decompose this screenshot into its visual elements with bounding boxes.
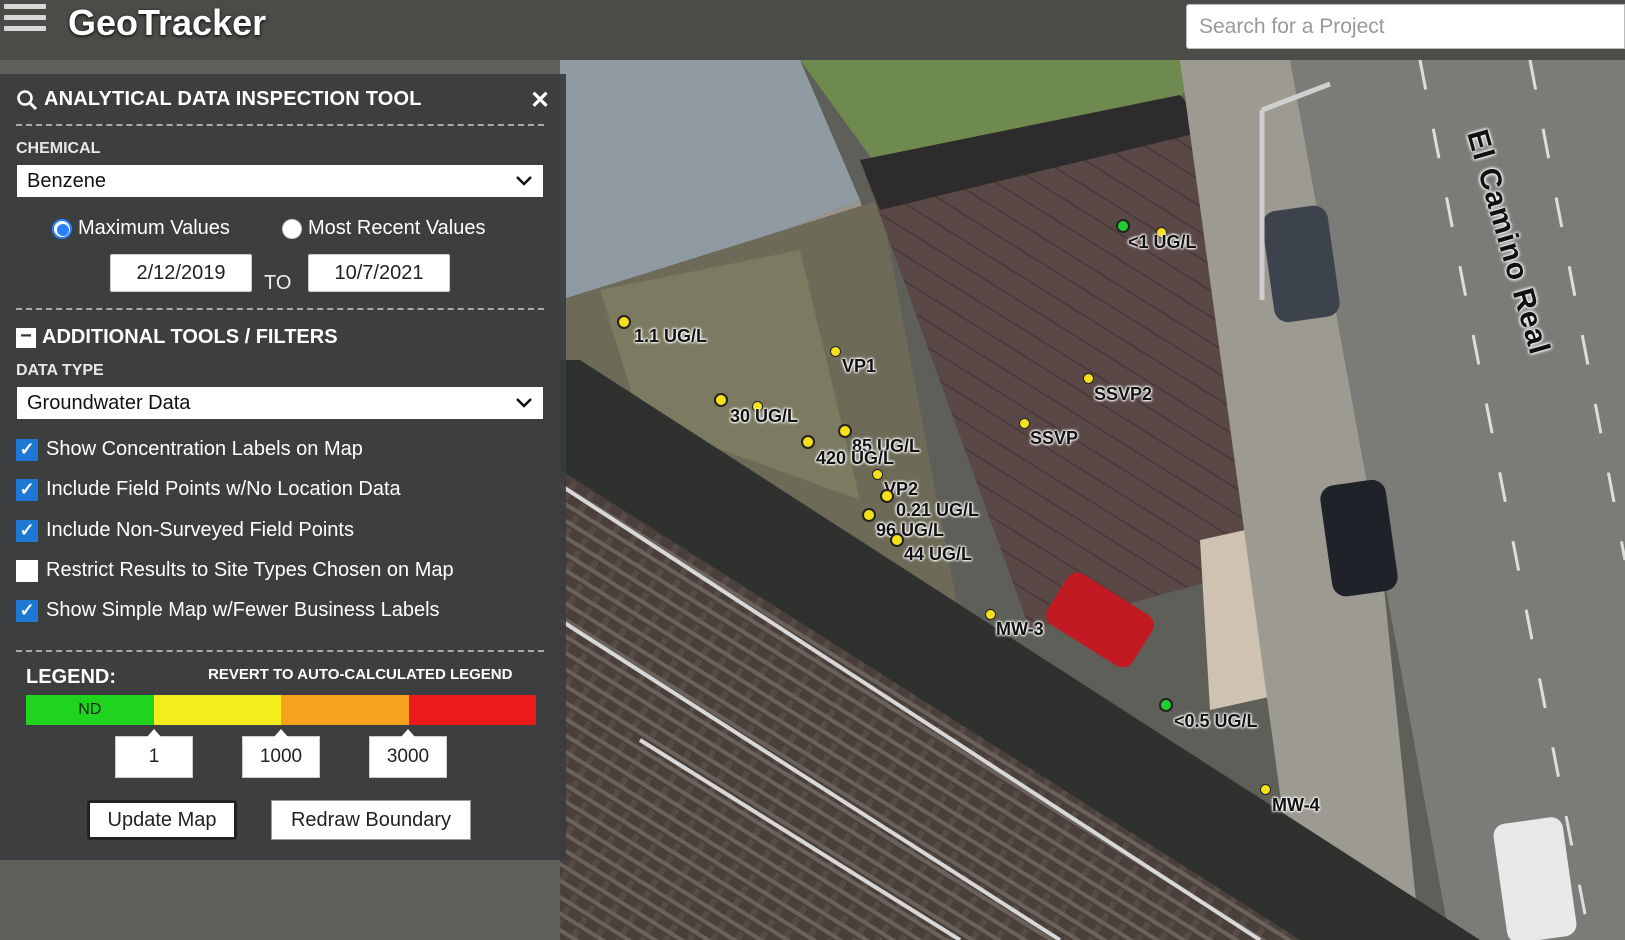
legend-threshold-input[interactable]: 1000 xyxy=(242,729,320,778)
checkbox-checked-icon[interactable]: ✓ xyxy=(16,478,38,501)
checkbox-checked-icon[interactable]: ✓ xyxy=(16,438,38,461)
map-label: 30 UG/L xyxy=(730,406,799,426)
checkbox-label: Show Simple Map w/Fewer Business Labels xyxy=(46,599,440,621)
sample-point-marker[interactable] xyxy=(862,508,876,522)
checkbox-include-field-points-no-location[interactable]: ✓ Include Field Points w/No Location Dat… xyxy=(16,478,401,501)
search-input[interactable] xyxy=(1186,4,1625,49)
close-icon[interactable]: ✕ xyxy=(530,86,550,115)
divider xyxy=(16,124,544,126)
sample-point-marker[interactable] xyxy=(1116,219,1130,233)
section-title: ADDITIONAL TOOLS / FILTERS xyxy=(42,326,338,348)
sample-point-marker[interactable] xyxy=(830,346,841,357)
chemical-select[interactable]: Benzene xyxy=(17,165,543,197)
legend-label: LEGEND: xyxy=(26,666,116,688)
sample-point-marker[interactable] xyxy=(1159,698,1173,712)
date-separator: TO xyxy=(264,272,292,294)
sample-point-marker[interactable] xyxy=(872,469,883,480)
radio-label: Maximum Values xyxy=(78,217,230,239)
sample-point-marker[interactable] xyxy=(1083,373,1094,384)
sample-point-marker[interactable] xyxy=(985,609,996,620)
magnifier-icon xyxy=(17,89,38,110)
end-date-input[interactable]: 10/7/2021 xyxy=(308,254,450,292)
panel-header: ANALYTICAL DATA INSPECTION TOOL xyxy=(16,88,422,111)
radio-maximum-values[interactable]: Maximum Values xyxy=(52,217,230,240)
start-date-input[interactable]: 2/12/2019 xyxy=(110,254,252,292)
checkbox-include-non-surveyed-points[interactable]: ✓ Include Non-Surveyed Field Points xyxy=(16,519,354,542)
radio-selected-indicator[interactable] xyxy=(52,218,72,239)
map-label: 96 UG/L xyxy=(876,520,945,540)
additional-tools-toggle[interactable]: − ADDITIONAL TOOLS / FILTERS xyxy=(16,326,338,349)
checkbox-label: Show Concentration Labels on Map xyxy=(46,438,363,460)
checkbox-unchecked-icon[interactable] xyxy=(16,559,38,582)
checkbox-show-concentration-labels[interactable]: ✓ Show Concentration Labels on Map xyxy=(16,438,363,461)
map-label: <1 UG/L xyxy=(1128,232,1197,252)
radio-most-recent-values[interactable]: Most Recent Values xyxy=(282,217,486,240)
collapse-icon[interactable]: − xyxy=(16,326,36,348)
legend-threshold-input[interactable]: 3000 xyxy=(369,729,447,778)
chemical-label: CHEMICAL xyxy=(16,140,101,157)
map-label: MW-4 xyxy=(1272,795,1320,815)
map-label: 420 UG/L xyxy=(816,448,895,468)
checkbox-checked-icon[interactable]: ✓ xyxy=(16,519,38,542)
sample-point-marker[interactable] xyxy=(1260,784,1271,795)
map-label: MW-3 xyxy=(996,619,1044,639)
panel-title: ANALYTICAL DATA INSPECTION TOOL xyxy=(44,88,422,110)
legend-band-low xyxy=(153,695,281,725)
checkbox-label: Include Non-Surveyed Field Points xyxy=(46,519,354,541)
checkbox-restrict-site-types[interactable]: Restrict Results to Site Types Chosen on… xyxy=(16,559,454,582)
chevron-down-icon xyxy=(516,398,532,408)
sample-point-marker[interactable] xyxy=(890,533,904,547)
checkbox-checked-icon[interactable]: ✓ xyxy=(16,599,38,622)
legend-color-bar: ND xyxy=(26,695,536,725)
analytical-data-panel: ANALYTICAL DATA INSPECTION TOOL ✕ CHEMIC… xyxy=(0,74,566,860)
map-label: 1.1 UG/L xyxy=(634,326,708,346)
chevron-down-icon xyxy=(516,176,532,186)
legend-threshold-input[interactable]: 1 xyxy=(115,729,193,778)
checkbox-label: Include Field Points w/No Location Data xyxy=(46,478,401,500)
legend-band-high xyxy=(408,695,536,725)
divider xyxy=(16,308,544,310)
data-type-label: DATA TYPE xyxy=(16,362,104,379)
sample-point-marker[interactable] xyxy=(714,393,728,407)
redraw-boundary-button[interactable]: Redraw Boundary xyxy=(271,800,471,840)
radio-indicator[interactable] xyxy=(282,218,302,239)
chemical-selected-value: Benzene xyxy=(27,169,106,192)
revert-legend-link[interactable]: REVERT TO AUTO-CALCULATED LEGEND xyxy=(208,666,512,683)
app-header: GeoTracker xyxy=(0,0,1625,60)
sample-point-marker[interactable] xyxy=(838,424,852,438)
sample-point-marker[interactable] xyxy=(801,435,815,449)
sample-point-marker[interactable] xyxy=(880,489,894,503)
map-label: 44 UG/L xyxy=(904,544,973,564)
map-label: SSVP xyxy=(1030,428,1079,448)
hamburger-menu-icon[interactable] xyxy=(4,4,46,40)
map-label: 0.21 UG/L xyxy=(896,500,980,520)
data-type-select[interactable]: Groundwater Data xyxy=(17,387,543,419)
data-type-selected-value: Groundwater Data xyxy=(27,391,191,414)
legend-band-medium xyxy=(281,695,409,725)
divider xyxy=(16,650,544,652)
map-label: <0.5 UG/L xyxy=(1174,711,1258,731)
legend-band-nd: ND xyxy=(26,695,154,725)
map-label: SSVP2 xyxy=(1094,384,1153,404)
checkbox-label: Restrict Results to Site Types Chosen on… xyxy=(46,559,454,581)
radio-label: Most Recent Values xyxy=(308,217,486,239)
sample-point-marker[interactable] xyxy=(1019,418,1030,429)
checkbox-simple-map[interactable]: ✓ Show Simple Map w/Fewer Business Label… xyxy=(16,599,440,622)
sample-point-marker[interactable] xyxy=(617,315,631,329)
map-label: VP1 xyxy=(842,356,877,376)
app-title: GeoTracker xyxy=(68,2,267,43)
update-map-button[interactable]: Update Map xyxy=(87,800,237,840)
